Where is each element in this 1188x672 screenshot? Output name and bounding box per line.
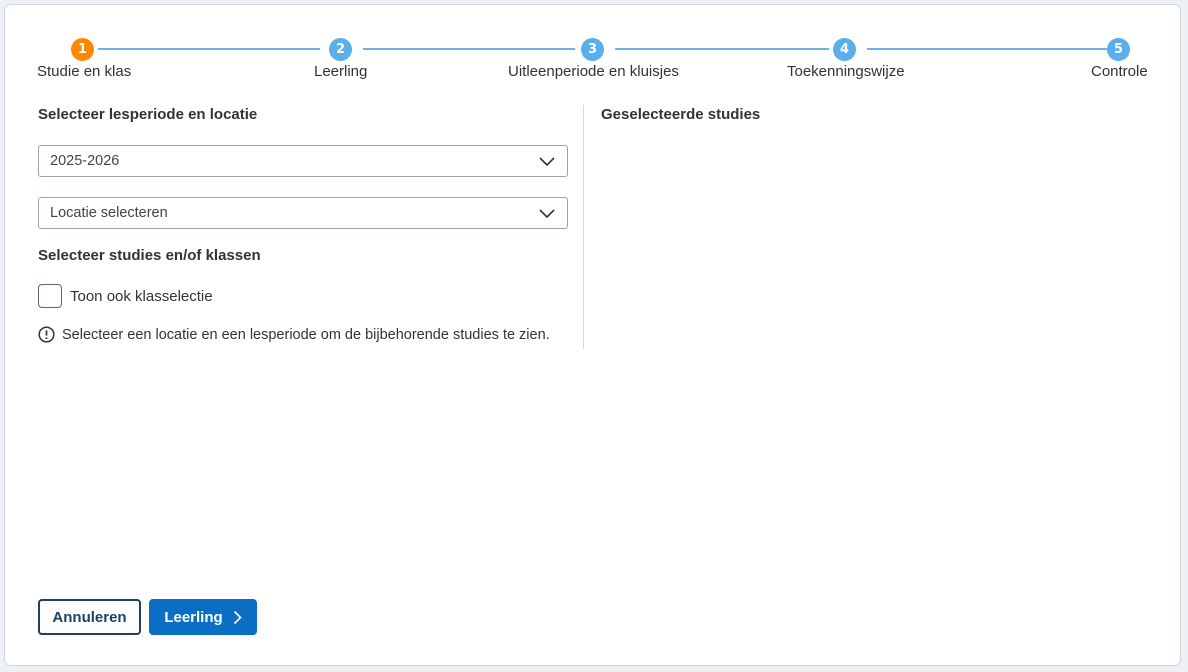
location-select-value: Locatie selecteren	[50, 205, 168, 221]
step-connector	[867, 48, 1107, 50]
step-4-indicator[interactable]: 4	[833, 38, 856, 61]
step-connector	[615, 48, 829, 50]
wizard-card: 1 Studie en klas 2 Leerling 3 Uitleenper…	[4, 4, 1181, 666]
info-text: Selecteer een locatie en een lesperiode …	[62, 326, 550, 343]
step-connector	[98, 48, 320, 50]
step-2-label[interactable]: Leerling	[314, 63, 367, 80]
step-connector	[363, 48, 575, 50]
step-5-indicator[interactable]: 5	[1107, 38, 1130, 61]
column-divider	[583, 105, 584, 349]
step-2-indicator[interactable]: 2	[329, 38, 352, 61]
period-select[interactable]: 2025-2026	[38, 145, 568, 177]
step-3-indicator[interactable]: 3	[581, 38, 604, 61]
class-selection-label[interactable]: Toon ook klasselectie	[70, 288, 213, 305]
next-step-button[interactable]: Leerling	[149, 599, 257, 635]
step-1-indicator[interactable]: 1	[71, 38, 94, 61]
cancel-button[interactable]: Annuleren	[38, 599, 141, 635]
selected-studies-title: Geselecteerde studies	[601, 106, 761, 123]
info-icon	[38, 326, 55, 343]
cancel-button-label: Annuleren	[52, 608, 127, 626]
selected-studies-panel: Geselecteerde studies	[601, 105, 760, 123]
stepper: 1 Studie en klas 2 Leerling 3 Uitleenper…	[5, 5, 1180, 95]
step-1-label[interactable]: Studie en klas	[37, 63, 131, 80]
next-step-button-label: Leerling	[164, 608, 223, 626]
selection-panel: Selecteer lesperiode en locatie 2025-202…	[38, 105, 568, 343]
step-3-label[interactable]: Uitleenperiode en kluisjes	[508, 63, 679, 80]
period-select-value: 2025-2026	[50, 153, 120, 169]
period-location-title: Selecteer lesperiode en locatie	[38, 106, 258, 123]
chevron-right-icon	[233, 610, 242, 624]
class-selection-toggle[interactable]: Toon ook klasselectie	[38, 284, 568, 308]
step-5-label[interactable]: Controle	[1091, 63, 1148, 80]
chevron-down-icon	[539, 209, 555, 219]
step-4-label[interactable]: Toekenningswijze	[787, 63, 905, 80]
location-select[interactable]: Locatie selecteren	[38, 197, 568, 229]
studies-title: Selecteer studies en/of klassen	[38, 247, 261, 264]
chevron-down-icon	[539, 157, 555, 167]
info-message: Selecteer een locatie en een lesperiode …	[38, 326, 568, 343]
class-selection-checkbox[interactable]	[38, 284, 62, 308]
